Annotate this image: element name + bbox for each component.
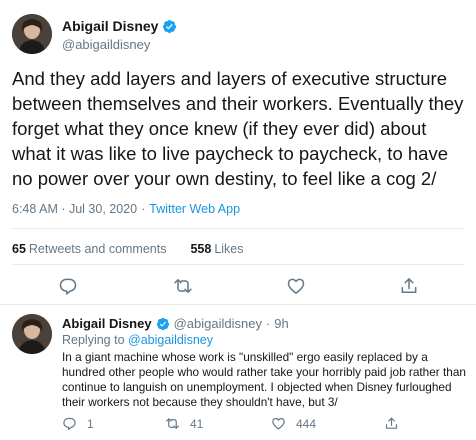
- tweet-actions: [0, 276, 476, 300]
- likes-label: Likes: [214, 242, 244, 256]
- tweet-text: And they add layers and layers of execut…: [12, 68, 464, 189]
- retweet-count: 41: [190, 416, 204, 431]
- reply-header: Abigail Disney @abigaildisney · 9h: [62, 316, 289, 331]
- tweet-source[interactable]: Twitter Web App: [149, 202, 240, 216]
- tweet-separator: [0, 304, 476, 305]
- tweet-timestamp[interactable]: 6:48 AM · Jul 30, 2020: [12, 202, 137, 216]
- like-count: 444: [296, 416, 317, 431]
- replying-mention[interactable]: @abigaildisney: [128, 333, 213, 347]
- reply-time[interactable]: 9h: [274, 316, 288, 331]
- reply-author-name[interactable]: Abigail Disney: [62, 316, 152, 331]
- tweet-meta: 6:48 AM · Jul 30, 2020 · Twitter Web App: [12, 202, 240, 216]
- tweet-stats: 65 Retweets and comments 558 Likes: [12, 242, 244, 256]
- author-handle[interactable]: @abigaildisney: [62, 37, 150, 52]
- verified-badge-icon: [163, 19, 177, 33]
- reply-avatar[interactable]: [12, 314, 52, 354]
- replying-to: Replying to @abigaildisney: [62, 333, 213, 347]
- replying-prefix: Replying to: [62, 333, 125, 347]
- header-separator: ·: [265, 316, 271, 331]
- reply-author-handle[interactable]: @abigaildisney: [174, 316, 262, 331]
- like-icon[interactable]: [286, 276, 306, 296]
- reply-share-button[interactable]: [384, 416, 399, 431]
- meta-separator: ·: [141, 202, 146, 216]
- likes-count: 558: [190, 242, 212, 256]
- reply-retweet-button[interactable]: 41: [165, 416, 203, 431]
- reply-icon: [63, 417, 76, 431]
- like-icon: [272, 417, 285, 430]
- retweets-label: Retweets and comments: [28, 242, 167, 256]
- share-icon: [385, 417, 398, 429]
- avatar[interactable]: [12, 14, 52, 54]
- reply-icon[interactable]: [58, 276, 78, 296]
- retweets-count: 65: [12, 242, 26, 256]
- verified-badge-icon: [156, 317, 169, 330]
- likes-stat[interactable]: 558 Likes: [190, 242, 243, 256]
- retweets-stat[interactable]: 65 Retweets and comments: [12, 242, 166, 256]
- reply-text: In a giant machine whose work is "unskil…: [62, 350, 466, 409]
- retweet-icon[interactable]: [173, 276, 193, 296]
- author-name[interactable]: Abigail Disney: [62, 18, 177, 34]
- divider: [12, 228, 464, 229]
- retweet-icon: [165, 418, 180, 429]
- author-name-text[interactable]: Abigail Disney: [62, 18, 158, 34]
- reply-reply-button[interactable]: 1: [62, 416, 94, 431]
- reply-actions: 1 41 444: [0, 416, 476, 436]
- reply-like-button[interactable]: 444: [271, 416, 316, 431]
- share-icon[interactable]: [399, 276, 419, 296]
- reply-count: 1: [87, 416, 94, 431]
- divider: [12, 264, 464, 265]
